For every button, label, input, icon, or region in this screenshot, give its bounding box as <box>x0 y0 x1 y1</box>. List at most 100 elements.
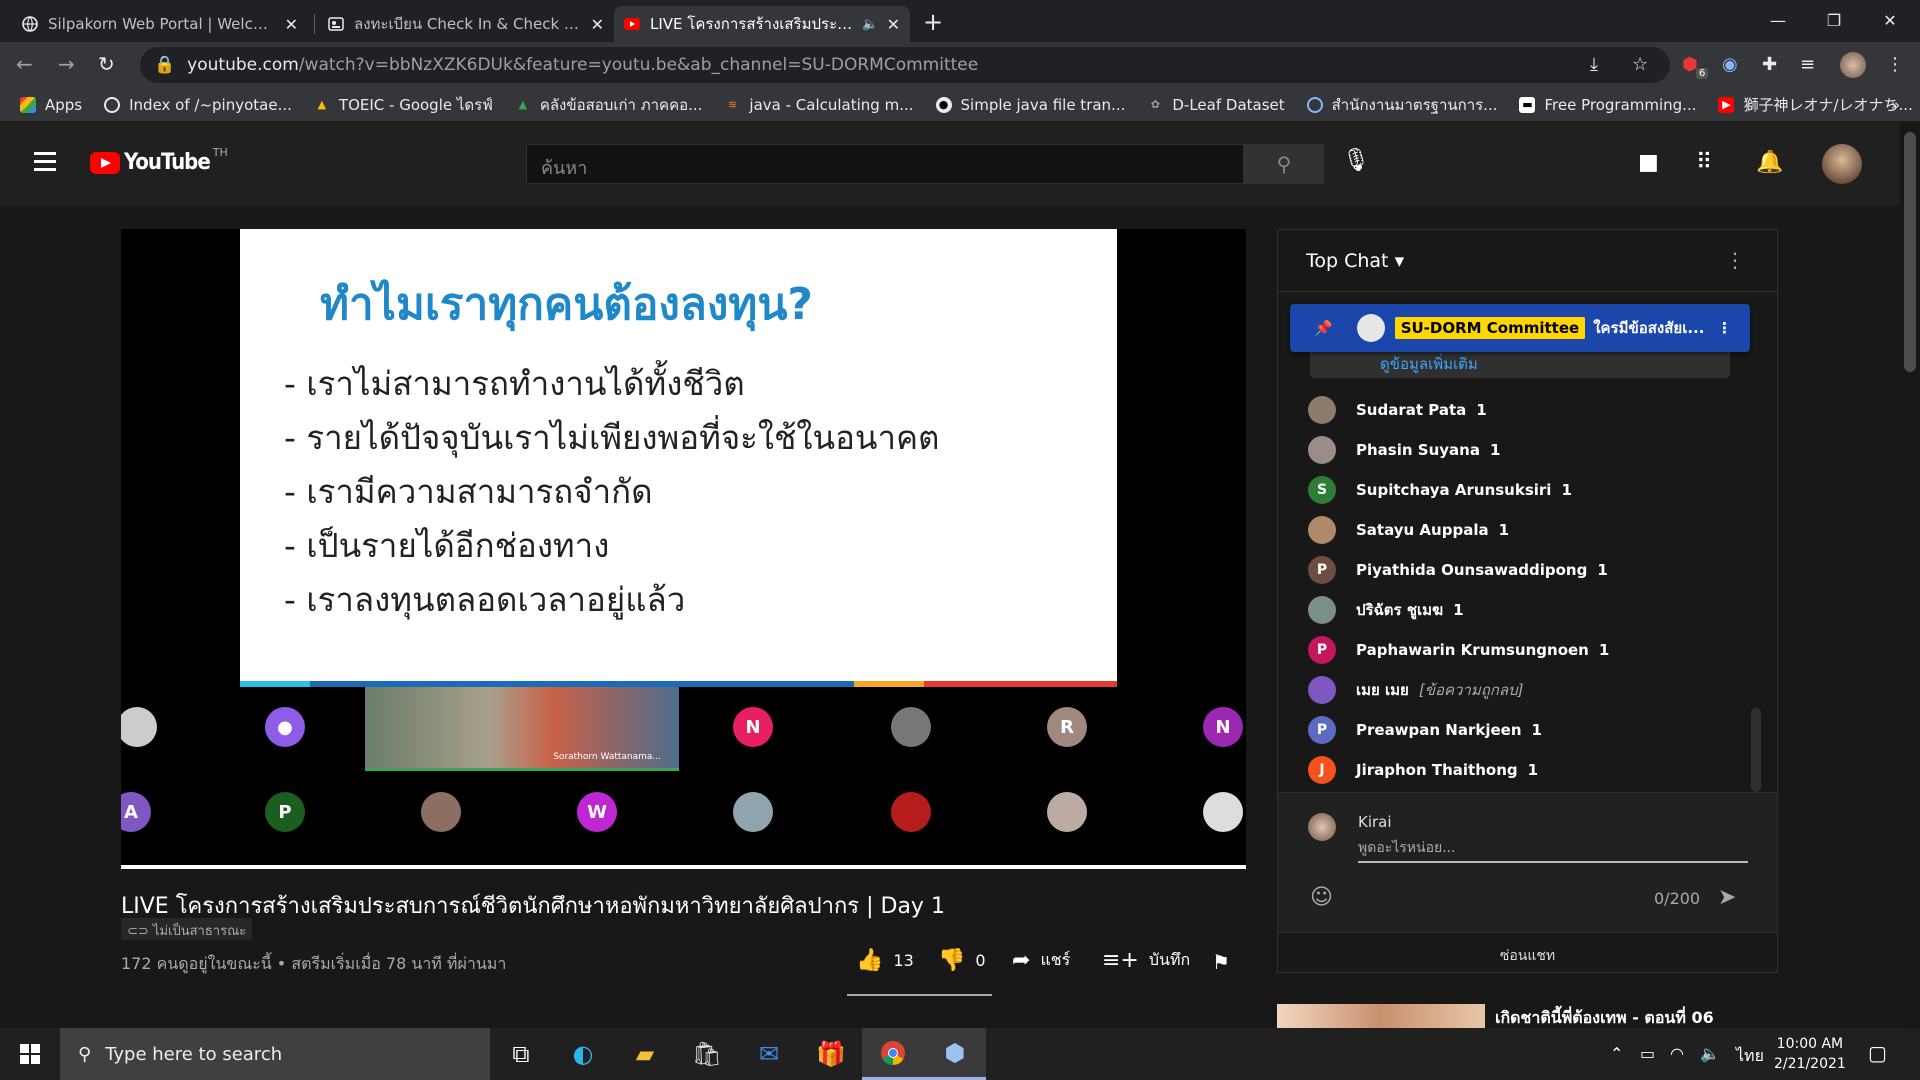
youtube-logo[interactable]: YouTube TH <box>90 146 228 175</box>
chat-scrollbar[interactable] <box>1751 708 1761 792</box>
bookmark-dleaf[interactable]: ✿ D-Leaf Dataset <box>1147 96 1285 114</box>
chat-message[interactable]: ปริฉัตร ชูเมฆ 1 <box>1278 590 1777 630</box>
participant-avatar: W <box>577 792 617 832</box>
close-window-button[interactable]: ✕ <box>1862 0 1918 40</box>
restore-button[interactable]: ❐ <box>1806 0 1862 40</box>
extensions-puzzle-icon[interactable]: ✚ <box>1762 54 1777 75</box>
chat-message[interactable]: S Supitchaya Arunsuksiri 1 <box>1278 470 1777 510</box>
chat-message[interactable]: J Jiraphon Thaithong 1 <box>1278 750 1777 790</box>
scrollbar-thumb[interactable] <box>1904 132 1916 372</box>
chat-message[interactable]: P Paphawarin Krumsungnoen 1 <box>1278 630 1777 670</box>
bookmark-star-icon[interactable]: ☆ <box>1632 54 1648 75</box>
chat-message[interactable]: เมย เมย [ข้อความถูกลบ] <box>1278 670 1777 710</box>
browser-menu-icon[interactable]: ⋮ <box>1886 54 1904 75</box>
bookmark-toeic[interactable]: ▲ TOEIC - Google ไดรฟ์ <box>314 93 493 117</box>
file-explorer-icon[interactable]: ▰ <box>614 1028 676 1080</box>
pinned-menu-icon[interactable]: ⋮ <box>1717 319 1732 337</box>
chat-message[interactable]: P Preawpan Narkjeen 1 <box>1278 710 1777 750</box>
chat-menu-icon[interactable]: ⋮ <box>1725 248 1745 272</box>
close-tab-icon[interactable]: ✕ <box>285 15 298 34</box>
close-tab-icon[interactable]: ✕ <box>591 15 604 34</box>
reload-icon[interactable]: ↻ <box>98 52 115 76</box>
save-button[interactable]: ≡+ บันทึก <box>1102 948 1190 973</box>
tab-youtube-live[interactable]: LIVE โครงการสร้างเสริมประสบกา 🔈 ✕ <box>614 6 910 42</box>
emoji-icon[interactable]: ☺ <box>1310 885 1333 910</box>
slide-bullet: - รายได้ปัจจุบันเราไม่เพียงพอที่จะใช้ในอ… <box>284 418 940 457</box>
seal-icon <box>1306 96 1323 113</box>
notification-center-icon[interactable]: ▢ <box>1868 1041 1887 1065</box>
share-button[interactable]: ➦ แชร์ <box>1012 948 1070 973</box>
battery-icon[interactable]: ▭ <box>1640 1044 1655 1063</box>
recommended-video[interactable]: เกิดชาตินี้พี่ต้องเทพ - ตอนที่ 06 <box>1277 1004 1757 1028</box>
participant-photo <box>1203 792 1243 832</box>
speaker-muted-icon[interactable]: 🔈 <box>862 17 878 32</box>
dislike-button[interactable]: 👎 0 <box>938 948 986 973</box>
tray-chevron-icon[interactable]: ⌃ <box>1610 1044 1623 1063</box>
chat-message-text: 1 <box>1453 601 1464 619</box>
address-bar[interactable]: 🔒 youtube.com/watch?v=bbNzXZK6DUk&featur… <box>140 47 1670 83</box>
create-video-icon[interactable]: ■ <box>1638 150 1659 175</box>
bookmark-index[interactable]: Index of /~pinyotae... <box>104 96 292 114</box>
tab-check-in[interactable]: ลงทะเบียน Check In & Check Out ม ✕ <box>318 6 614 42</box>
bookmark-free-programming[interactable]: ▬ Free Programming... <box>1519 96 1696 114</box>
clock-time: 10:00 AM <box>1776 1036 1844 1052</box>
pinned-message[interactable]: 📌 SU-DORM Committee ใครมีข้อสงสัยเ... ⋮ <box>1290 304 1750 352</box>
like-button[interactable]: 👍 13 <box>856 948 914 973</box>
notifications-bell-icon[interactable]: 🔔 <box>1756 150 1783 175</box>
bookmark-standards[interactable]: สำนักงานมาตรฐานการ... <box>1306 93 1497 117</box>
send-icon[interactable]: ➤ <box>1718 885 1736 910</box>
mail-icon[interactable]: ✉ <box>738 1028 800 1080</box>
hamburger-menu-icon[interactable] <box>34 152 56 176</box>
new-tab-button[interactable]: + <box>923 8 943 36</box>
store-icon[interactable]: 🛍 <box>676 1028 738 1080</box>
tab-separator <box>314 14 315 34</box>
minimize-button[interactable]: — <box>1750 0 1806 40</box>
microphone-icon[interactable]: 🎙 <box>1342 148 1370 173</box>
hide-chat-button[interactable]: ซ่อนแชท <box>1278 932 1777 972</box>
search-button[interactable]: ⚲ <box>1244 144 1324 184</box>
volume-icon[interactable]: 🔈 <box>1700 1044 1720 1063</box>
bookmarks-overflow[interactable]: » <box>1891 96 1900 114</box>
edge-icon[interactable]: ◐ <box>552 1028 614 1080</box>
report-flag-icon[interactable]: ⚑ <box>1212 950 1230 974</box>
back-arrow-icon[interactable]: ← <box>16 52 33 76</box>
tab-title: LIVE โครงการสร้างเสริมประสบกา <box>650 15 857 33</box>
account-avatar[interactable] <box>1822 144 1862 184</box>
bookmark-youtube-channel[interactable]: ▶ 獅子神レオナ/レオナち... <box>1718 94 1913 115</box>
live-progress-bar[interactable] <box>121 865 1246 869</box>
chat-message[interactable]: Satayu Auppala 1 <box>1278 510 1777 550</box>
slide-bullet: - เป็นรายได้อีกช่องทาง <box>284 526 610 565</box>
bookmark-exam-archive[interactable]: ▲ คลังข้อสอบเก่า ภาคคอ... <box>515 93 703 117</box>
extension-circle-icon[interactable]: ◉ <box>1722 54 1738 75</box>
wifi-icon[interactable]: ◠ <box>1670 1044 1684 1063</box>
video-player[interactable]: ทำไมเราทุกคนต้องลงทุน? - เราไม่สามารถทำง… <box>121 229 1246 869</box>
chat-message[interactable]: P Piyathida Ounsawaddipong 1 <box>1278 550 1777 590</box>
gift-app-icon[interactable]: 🎁 <box>800 1028 862 1080</box>
install-app-icon[interactable]: ⤓ <box>1590 54 1598 75</box>
apps-grid-icon[interactable]: ⠿ <box>1696 150 1712 175</box>
profile-avatar[interactable] <box>1840 52 1866 78</box>
chat-message[interactable]: Phasin Suyana 1 <box>1278 430 1777 470</box>
bookmark-apps[interactable]: Apps <box>20 96 82 114</box>
taskbar-search[interactable]: ⚲ Type here to search <box>60 1028 490 1080</box>
virtualbox-icon[interactable]: ⬢ <box>924 1028 986 1080</box>
chat-mode-dropdown[interactable]: Top Chat ▾ <box>1306 250 1404 272</box>
bookmark-java[interactable]: ≋ java - Calculating m... <box>724 96 914 114</box>
start-button[interactable] <box>0 1028 60 1080</box>
watch-page: ทำไมเราทุกคนต้องลงทุน? - เราไม่สามารถทำง… <box>0 206 1900 1028</box>
chat-message-input[interactable]: พูดอะไรหน่อย... <box>1358 837 1748 863</box>
input-language[interactable]: ไทย <box>1736 1044 1764 1069</box>
search-input[interactable]: ค้นหา <box>526 144 1244 184</box>
tab-silpakorn-portal[interactable]: Silpakorn Web Portal | Welcome ✕ <box>12 6 308 42</box>
page-scrollbar[interactable] <box>1900 122 1920 1028</box>
media-queue-icon[interactable]: ≡ <box>1800 54 1815 75</box>
slide-bullet: - เราไม่สามารถทำงานได้ทั้งชีวิต <box>284 364 745 403</box>
forward-arrow-icon[interactable]: → <box>58 52 75 76</box>
close-tab-icon[interactable]: ✕ <box>887 15 900 34</box>
task-view-icon[interactable]: ⧉ <box>490 1028 552 1080</box>
system-clock[interactable]: 10:00 AM 2/21/2021 <box>1774 1034 1846 1074</box>
chrome-icon[interactable] <box>862 1028 924 1080</box>
chat-message[interactable]: Sudarat Pata 1 <box>1278 390 1777 430</box>
bookmarks-bar: Apps Index of /~pinyotae... ▲ TOEIC - Goo… <box>0 88 1920 122</box>
bookmark-github[interactable]: ● Simple java file tran... <box>935 96 1125 114</box>
